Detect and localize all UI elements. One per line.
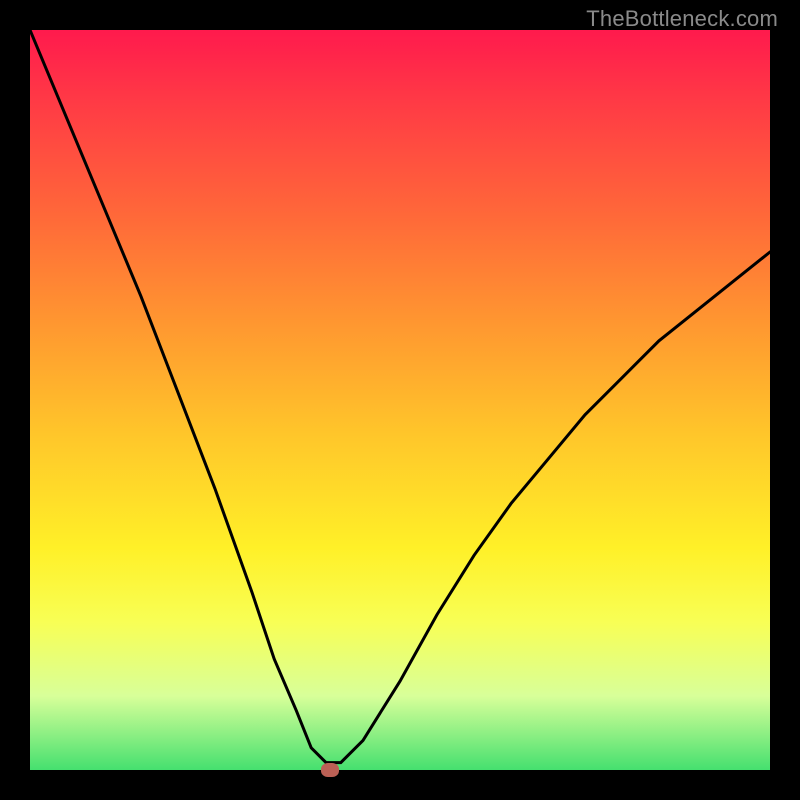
optimal-point-marker — [321, 763, 339, 777]
chart-frame: TheBottleneck.com — [0, 0, 800, 800]
bottleneck-curve — [30, 30, 770, 770]
curve-path — [30, 30, 770, 763]
watermark-text: TheBottleneck.com — [586, 6, 778, 32]
plot-area — [30, 30, 770, 770]
